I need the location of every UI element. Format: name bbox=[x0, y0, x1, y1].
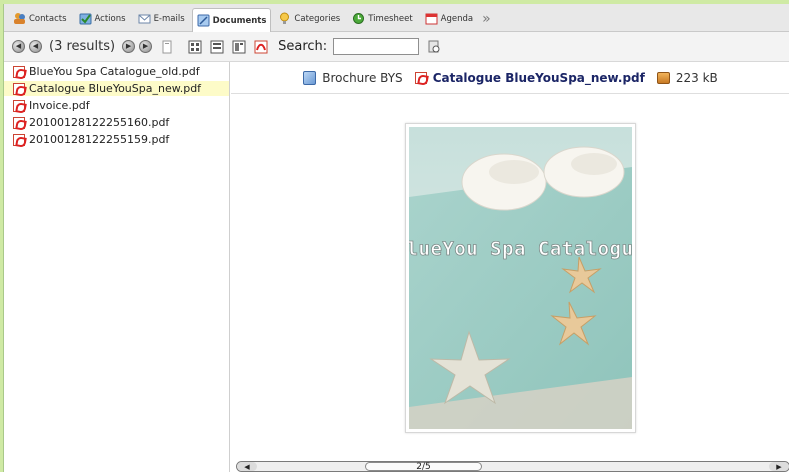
file-size: 223 kB bbox=[675, 70, 718, 85]
next-page-button[interactable]: ▶ bbox=[122, 40, 136, 53]
categories-icon bbox=[278, 12, 291, 25]
email-icon bbox=[138, 12, 151, 25]
tab-documents[interactable]: Documents bbox=[191, 8, 272, 32]
file-name: 20100128122255159.pdf bbox=[29, 133, 170, 146]
list-item[interactable]: 20100128122255160.pdf bbox=[4, 115, 229, 130]
grid-view-icon[interactable] bbox=[188, 40, 202, 54]
scroll-right-button[interactable]: ▶ bbox=[769, 462, 789, 471]
page-scrollbar[interactable]: ◀ 2/5 ▶ bbox=[236, 461, 789, 472]
tab-label: E-mails bbox=[153, 13, 185, 24]
module-tabbar: Contacts Actions E-mails Documents Categ… bbox=[4, 4, 789, 32]
tab-categories[interactable]: Categories bbox=[273, 7, 345, 29]
list-item[interactable]: 20100128122255159.pdf bbox=[4, 132, 229, 147]
scroll-left-button[interactable]: ◀ bbox=[237, 462, 257, 471]
package-icon bbox=[656, 71, 670, 84]
pdf-file-icon bbox=[414, 71, 427, 84]
document-list: BlueYou Spa Catalogue_old.pdf Catalogue … bbox=[4, 62, 230, 472]
preview-header: Brochure BYS Catalogue BlueYouSpa_new.pd… bbox=[231, 62, 789, 94]
more-tabs-icon[interactable]: » bbox=[482, 12, 491, 26]
page-indicator[interactable]: 2/5 bbox=[365, 462, 482, 472]
tab-contacts[interactable]: Contacts bbox=[8, 7, 72, 29]
pdf-icon[interactable] bbox=[254, 40, 268, 54]
tab-label: Documents bbox=[212, 15, 267, 26]
search-label: Search: bbox=[278, 39, 328, 54]
documents-toolbar: ◀ ◀ (3 results) ▶ ▶ Search: bbox=[4, 32, 789, 62]
file-name: BlueYou Spa Catalogue_old.pdf bbox=[29, 65, 200, 78]
file-name: Catalogue BlueYouSpa_new.pdf bbox=[29, 82, 202, 95]
tab-actions[interactable]: Actions bbox=[74, 7, 131, 29]
folder-name[interactable]: Brochure BYS bbox=[322, 71, 402, 85]
timesheet-icon bbox=[352, 12, 365, 25]
tab-label: Actions bbox=[94, 13, 126, 24]
cover-title: BlueYou Spa Catalogue bbox=[409, 238, 632, 260]
app-window: Contacts Actions E-mails Documents Categ… bbox=[3, 4, 789, 472]
pdf-file-icon bbox=[13, 116, 25, 129]
catalogue-cover-image: BlueYou Spa Catalogue bbox=[409, 127, 632, 429]
list-item[interactable]: BlueYou Spa Catalogue_old.pdf bbox=[4, 64, 229, 79]
pdf-file-icon bbox=[13, 133, 25, 146]
search-clear-icon[interactable] bbox=[427, 40, 441, 54]
tab-label: Timesheet bbox=[368, 13, 413, 24]
tab-label: Categories bbox=[294, 13, 341, 24]
pdf-file-icon bbox=[13, 99, 25, 112]
detail-view-icon[interactable] bbox=[232, 40, 246, 54]
file-name: Invoice.pdf bbox=[29, 99, 90, 112]
previous-page-button[interactable]: ◀ bbox=[29, 40, 42, 53]
toggle-panel-icon[interactable] bbox=[160, 40, 174, 54]
tab-agenda[interactable]: Agenda bbox=[420, 7, 478, 29]
documents-icon bbox=[197, 14, 210, 27]
pdf-page-thumbnail[interactable]: BlueYou Spa Catalogue bbox=[405, 123, 636, 433]
agenda-icon bbox=[425, 12, 438, 25]
search-input[interactable] bbox=[333, 38, 420, 55]
contacts-icon bbox=[13, 12, 26, 25]
documents-icon bbox=[303, 70, 317, 85]
tab-emails[interactable]: E-mails bbox=[133, 7, 190, 29]
actions-icon bbox=[79, 12, 92, 25]
tab-timesheet[interactable]: Timesheet bbox=[347, 7, 417, 29]
list-item[interactable]: Catalogue BlueYouSpa_new.pdf bbox=[4, 81, 229, 96]
document-preview: Brochure BYS Catalogue BlueYouSpa_new.pd… bbox=[231, 62, 789, 472]
pdf-file-icon bbox=[13, 65, 25, 78]
list-item[interactable]: Invoice.pdf bbox=[4, 98, 229, 113]
last-page-button[interactable]: ▶ bbox=[139, 40, 153, 53]
tab-label: Contacts bbox=[29, 13, 67, 24]
tab-label: Agenda bbox=[440, 13, 474, 24]
file-name: 20100128122255160.pdf bbox=[29, 116, 170, 129]
list-view-icon[interactable] bbox=[210, 40, 224, 54]
current-file-name[interactable]: Catalogue BlueYouSpa_new.pdf bbox=[433, 71, 645, 85]
results-count: (3 results) bbox=[49, 39, 116, 54]
pdf-file-icon bbox=[13, 82, 25, 95]
first-page-button[interactable]: ◀ bbox=[12, 40, 25, 53]
